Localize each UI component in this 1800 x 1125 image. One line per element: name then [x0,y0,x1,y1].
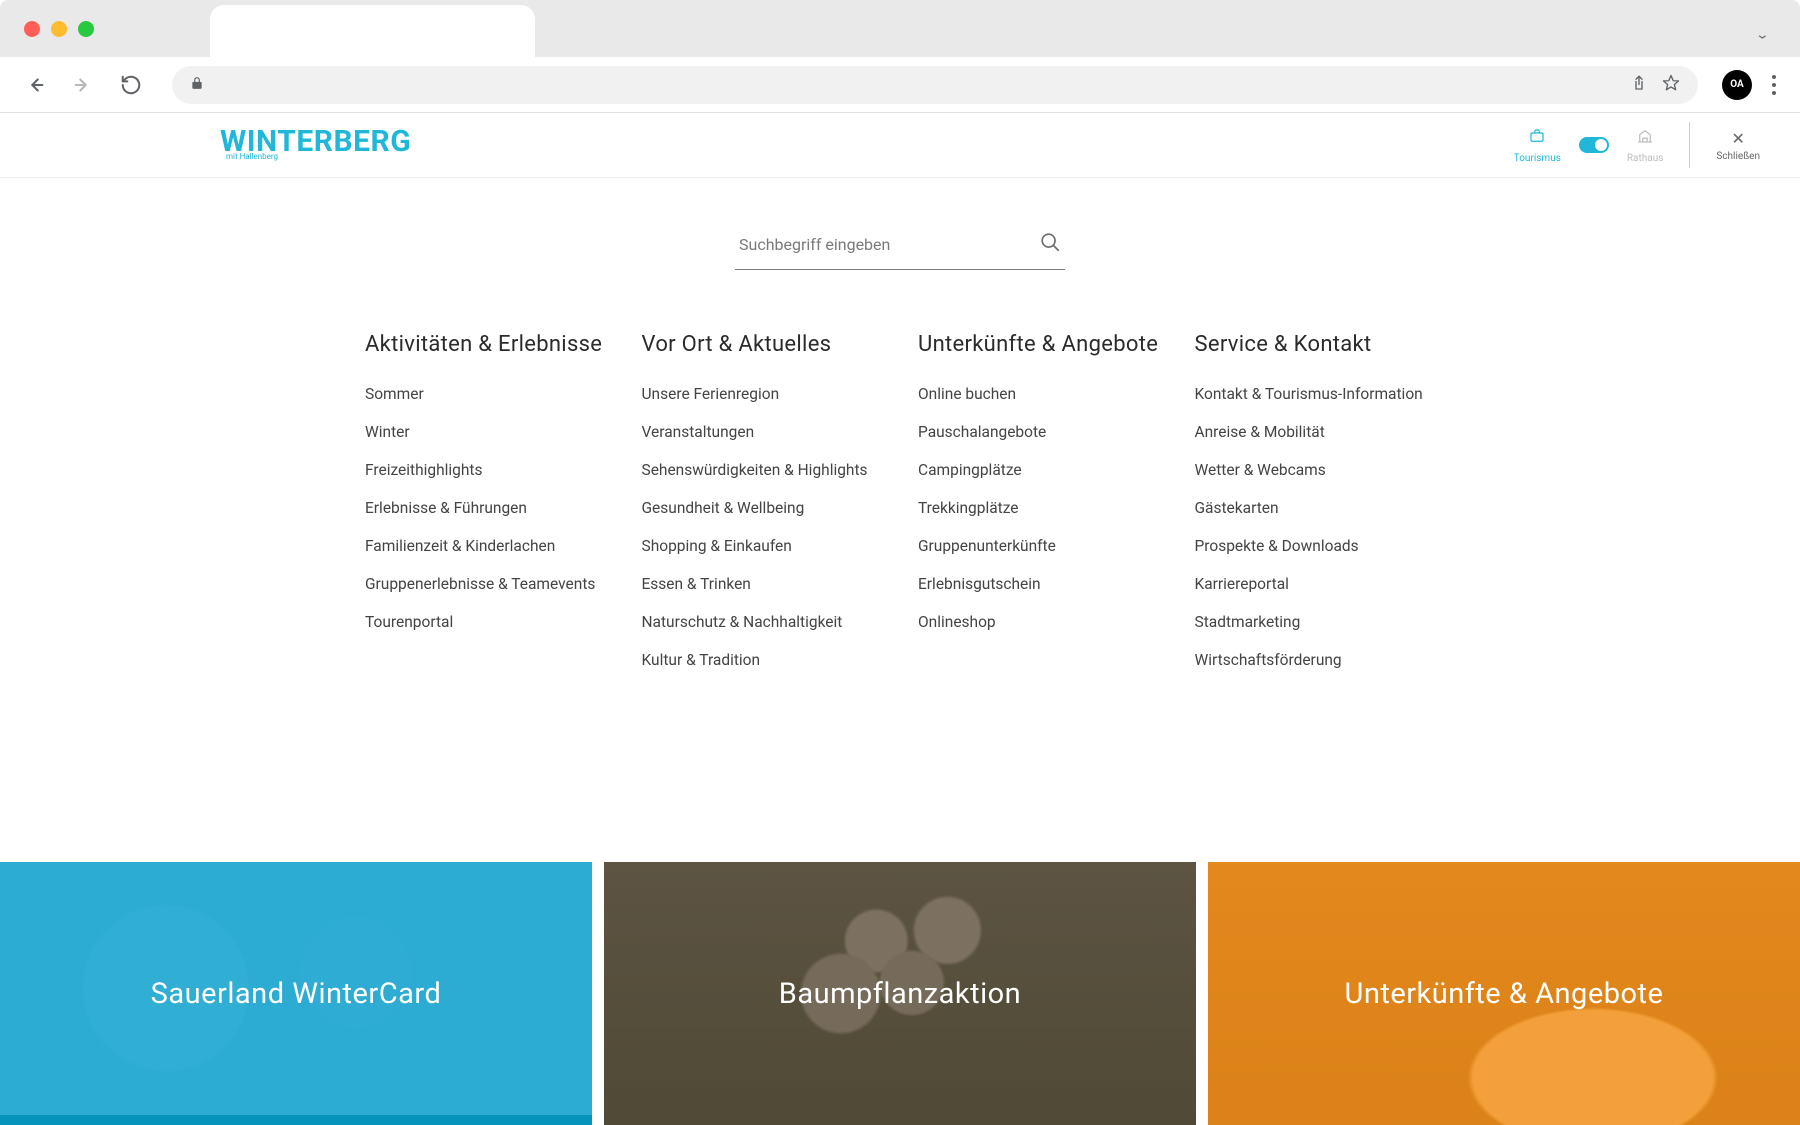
window-close-button[interactable] [24,21,40,37]
close-label: Schließen [1716,151,1760,162]
header-divider [1689,122,1690,168]
menu-item[interactable]: Stadtmarketing [1195,613,1436,631]
menu-column-title: Service & Kontakt [1195,332,1436,357]
mode-active-label: Tourismus [1514,153,1561,164]
reload-button[interactable] [114,68,148,102]
search-field[interactable] [735,222,1065,270]
menu-item[interactable]: Shopping & Einkaufen [642,537,883,555]
site-logo[interactable]: WINTERBERG mit Hallenberg [220,131,411,160]
menu-column: Service & Kontakt Kontakt & Tourismus-Inf… [1195,332,1436,689]
profile-badge-text: OA [1730,79,1744,90]
menu-item[interactable]: Wirtschaftsförderung [1195,651,1436,669]
menu-item[interactable]: Gruppenunterkünfte [918,537,1159,555]
menu-item[interactable]: Sommer [365,385,606,403]
menu-item[interactable]: Sehenswürdigkeiten & Highlights [642,461,883,479]
menu-list: Kontakt & Tourismus-Information Anreise &… [1195,385,1436,669]
share-icon[interactable] [1630,74,1648,96]
menu-item[interactable]: Gruppenerlebnisse & Teamevents [365,575,606,593]
menu-item[interactable]: Unsere Ferienregion [642,385,883,403]
browser-menu-button[interactable] [1766,75,1782,95]
tab-dropdown-icon[interactable]: ⌄ [1755,27,1770,42]
menu-item[interactable]: Essen & Trinken [642,575,883,593]
search-input[interactable] [739,235,999,254]
menu-list: Online buchen Pauschalangebote Campingplät… [918,385,1159,631]
menu-column-title: Vor Ort & Aktuelles [642,332,883,357]
menu-item[interactable]: Onlineshop [918,613,1159,631]
menu-item[interactable]: Gesundheit & Wellbeing [642,499,883,517]
menu-column-title: Unterkünfte & Angebote [918,332,1159,357]
browser-tab-strip: ⌄ [0,0,1800,57]
mode-toggle[interactable] [1579,137,1609,153]
menu-item[interactable]: Freizeithighlights [365,461,606,479]
menu-item[interactable]: Online buchen [918,385,1159,403]
menu-item[interactable]: Karriereportal [1195,575,1436,593]
menu-item[interactable]: Veranstaltungen [642,423,883,441]
menu-item[interactable]: Trekkingplätze [918,499,1159,517]
close-menu-button[interactable]: ✕ Schließen [1716,129,1760,162]
menu-item[interactable]: Prospekte & Downloads [1195,537,1436,555]
mode-rathaus[interactable]: Rathaus [1627,127,1664,164]
mode-inactive-label: Rathaus [1627,153,1664,164]
search-icon[interactable] [1039,231,1061,257]
menu-list: Unsere Ferienregion Veranstaltungen Sehens… [642,385,883,669]
mega-menu: Aktivitäten & Erlebnisse Sommer Winter Frei… [360,332,1440,689]
browser-tab[interactable] [210,5,535,57]
back-button[interactable] [18,68,52,102]
menu-column-title: Aktivitäten & Erlebnisse [365,332,606,357]
menu-column: Vor Ort & Aktuelles Unsere Ferienregion Ve… [642,332,883,689]
close-icon: ✕ [1731,129,1744,148]
site-header: WINTERBERG mit Hallenberg Tourismus Rath… [0,113,1800,178]
card-title: Baumpflanzaktion [779,977,1021,1011]
profile-avatar[interactable]: OA [1722,70,1752,100]
menu-item[interactable]: Anreise & Mobilität [1195,423,1436,441]
menu-column: Aktivitäten & Erlebnisse Sommer Winter Frei… [365,332,606,689]
menu-item[interactable]: Tourenportal [365,613,606,631]
suitcase-icon [1527,127,1547,150]
menu-column: Unterkünfte & Angebote Online buchen Pausc… [918,332,1159,689]
menu-item[interactable]: Winter [365,423,606,441]
window-minimize-button[interactable] [51,21,67,37]
window-maximize-button[interactable] [78,21,94,37]
card-unterkuenfte[interactable]: Unterkünfte & Angebote [1208,862,1800,1125]
menu-item[interactable]: Campingplätze [918,461,1159,479]
menu-item[interactable]: Wetter & Webcams [1195,461,1436,479]
lock-icon [190,75,204,94]
forward-button[interactable] [66,68,100,102]
bookmark-star-icon[interactable] [1662,74,1680,96]
mode-tourismus[interactable]: Tourismus [1514,127,1561,164]
card-baumpflanzaktion[interactable]: Baumpflanzaktion [604,862,1196,1125]
card-title: Sauerland WinterCard [151,977,442,1011]
feature-cards: Sauerland WinterCard Baumpflanzaktion Un… [0,862,1800,1125]
browser-toolbar: OA [0,57,1800,113]
menu-item[interactable]: Erlebnisse & Führungen [365,499,606,517]
menu-item[interactable]: Kontakt & Tourismus-Information [1195,385,1436,403]
card-title: Unterkünfte & Angebote [1345,977,1664,1011]
building-icon [1635,127,1655,150]
menu-item[interactable]: Familienzeit & Kinderlachen [365,537,606,555]
card-wintercard[interactable]: Sauerland WinterCard [0,862,592,1125]
menu-item[interactable]: Erlebnisgutschein [918,575,1159,593]
address-bar[interactable] [172,66,1698,104]
menu-list: Sommer Winter Freizeithighlights Erlebnisse… [365,385,606,631]
menu-item[interactable]: Kultur & Tradition [642,651,883,669]
menu-item[interactable]: Pauschalangebote [918,423,1159,441]
menu-item[interactable]: Gästekarten [1195,499,1436,517]
menu-item[interactable]: Naturschutz & Nachhaltigkeit [642,613,883,631]
